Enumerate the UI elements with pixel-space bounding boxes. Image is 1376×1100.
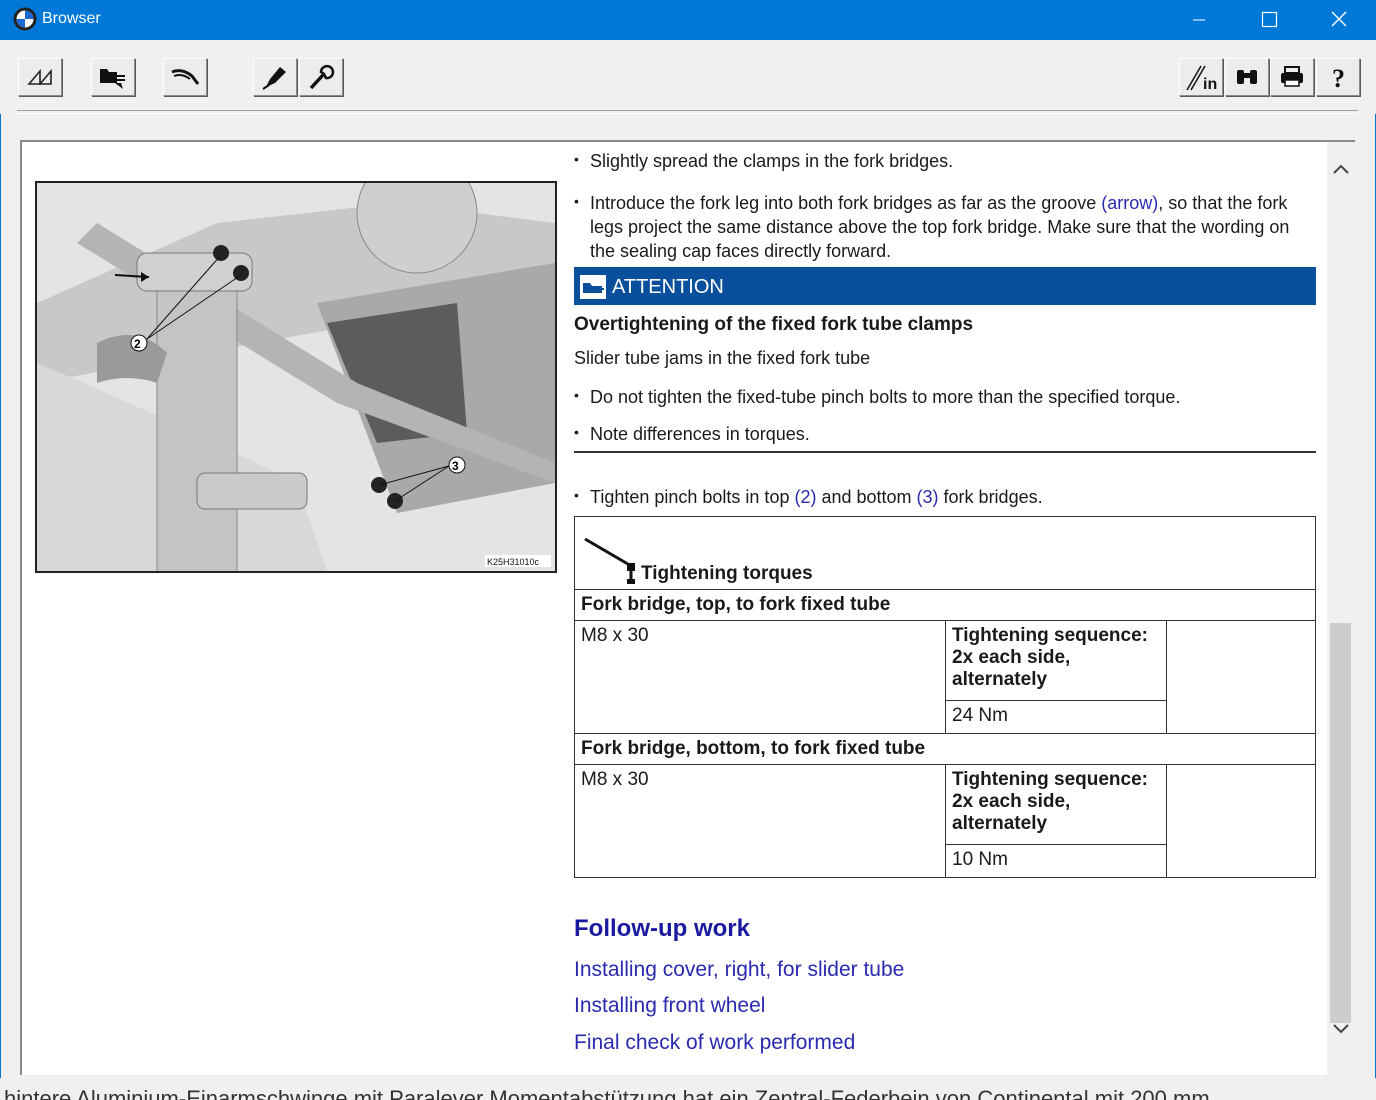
wrench-icon xyxy=(309,64,335,90)
fork-icon xyxy=(171,69,200,85)
info-icon: in xyxy=(1186,65,1217,92)
section-bottom-torque: 10 Nm xyxy=(945,843,1167,879)
marker-pen-icon xyxy=(262,67,286,90)
scroll-down-button[interactable] xyxy=(1327,1022,1355,1050)
followup-link-front-wheel[interactable]: Installing front wheel xyxy=(574,994,765,1018)
minimize-button[interactable] xyxy=(1164,0,1234,40)
chevron-down-icon xyxy=(1333,1024,1349,1034)
callout-2-link[interactable]: (2) xyxy=(794,487,816,507)
binoculars-icon xyxy=(1237,70,1257,84)
vertical-scrollbar[interactable] xyxy=(1327,142,1355,1075)
followup-link-cover[interactable]: Installing cover, right, for slider tube xyxy=(574,958,904,982)
minimize-icon xyxy=(1193,19,1205,21)
fork-illustration: 2 3 K25H31010c xyxy=(35,181,557,573)
background-text-strip: hintere Aluminium-Einarmschwinge mit Par… xyxy=(0,1078,1376,1100)
attention-banner: ATTENTION xyxy=(574,267,1316,305)
callout-3: 3 xyxy=(452,459,459,473)
torque-table-title: Tightening torques xyxy=(641,563,813,584)
section-top-sequence: Tightening sequence: 2x each side, alter… xyxy=(945,620,1167,701)
section-top-empty xyxy=(1166,620,1316,734)
window-title: Browser xyxy=(42,10,101,27)
search-document-icon xyxy=(100,69,125,89)
info-button[interactable]: in xyxy=(1179,58,1223,96)
arrow-link[interactable]: (arrow) xyxy=(1101,193,1158,213)
maximize-icon xyxy=(1261,11,1278,28)
background-text: hintere Aluminium-Einarmschwinge mit Par… xyxy=(4,1086,1210,1100)
step-tighten-bolts: • Tighten pinch bolts in top (2) and bot… xyxy=(574,487,1043,507)
chevron-up-icon xyxy=(1333,164,1349,174)
toolbar-separator xyxy=(17,110,1358,114)
followup-title: Follow-up work xyxy=(574,915,750,942)
section-bottom-empty xyxy=(1166,764,1316,878)
wrench-button[interactable] xyxy=(299,58,343,96)
scroll-up-button[interactable] xyxy=(1327,162,1355,190)
attention-title: Overtightening of the fixed fork tube cl… xyxy=(574,314,974,335)
print-button[interactable] xyxy=(1270,58,1314,96)
help-icon: ? xyxy=(1332,64,1345,91)
toolbar: in ? xyxy=(0,40,1376,114)
marker-button[interactable] xyxy=(253,58,297,96)
attention-divider xyxy=(574,451,1316,453)
section-top-bolt: M8 x 30 xyxy=(574,620,946,734)
section-bottom-bolt: M8 x 30 xyxy=(574,764,946,878)
section-bottom-title: Fork bridge, bottom, to fork fixed tube xyxy=(574,733,1316,765)
attention-bullet-2: • Note differences in torques. xyxy=(574,424,810,444)
section-top-torque: 24 Nm xyxy=(945,699,1167,735)
figure-code: K25H31010c xyxy=(487,557,540,567)
document-pane[interactable]: 2 3 K25H31010c • Slightly spread the cla… xyxy=(20,140,1355,1075)
scroll-thumb[interactable] xyxy=(1330,623,1351,1023)
torque-table-header: Tightening torques xyxy=(574,516,1316,590)
attention-bullet-1: • Do not tighten the fixed-tube pinch bo… xyxy=(574,387,1181,407)
return-icon xyxy=(27,68,52,85)
section-bottom-sequence: Tightening sequence: 2x each side, alter… xyxy=(945,764,1167,845)
step-introduce-fork-leg: • Introduce the fork leg into both fork … xyxy=(574,193,1290,261)
attention-label: ATTENTION xyxy=(612,276,724,298)
close-icon xyxy=(1331,11,1347,27)
title-bar: Browser xyxy=(0,0,1376,40)
search-document-button[interactable] xyxy=(91,58,135,96)
torque-table: Tightening torques Fork bridge, top, to … xyxy=(574,516,1316,879)
attention-hand-icon xyxy=(580,275,606,299)
step-spread-clamps: • Slightly spread the clamps in the fork… xyxy=(574,151,954,171)
help-label: ? xyxy=(1332,64,1345,91)
followup-link-final-check[interactable]: Final check of work performed xyxy=(574,1031,855,1055)
printer-icon xyxy=(1281,66,1303,87)
torque-wrench-icon xyxy=(584,537,635,584)
section-top-title: Fork bridge, top, to fork fixed tube xyxy=(574,589,1316,621)
bmw-logo-icon xyxy=(13,7,37,31)
attention-text: Slider tube jams in the fixed fork tube xyxy=(574,348,871,368)
return-button[interactable] xyxy=(18,58,62,96)
fork-button[interactable] xyxy=(163,58,207,96)
callout-2: 2 xyxy=(134,337,141,351)
maximize-button[interactable] xyxy=(1234,0,1304,40)
callout-3-link[interactable]: (3) xyxy=(917,487,939,507)
help-button[interactable]: ? xyxy=(1316,58,1360,96)
info-label: in xyxy=(1203,76,1217,92)
close-button[interactable] xyxy=(1304,0,1374,40)
find-button[interactable] xyxy=(1225,58,1269,96)
